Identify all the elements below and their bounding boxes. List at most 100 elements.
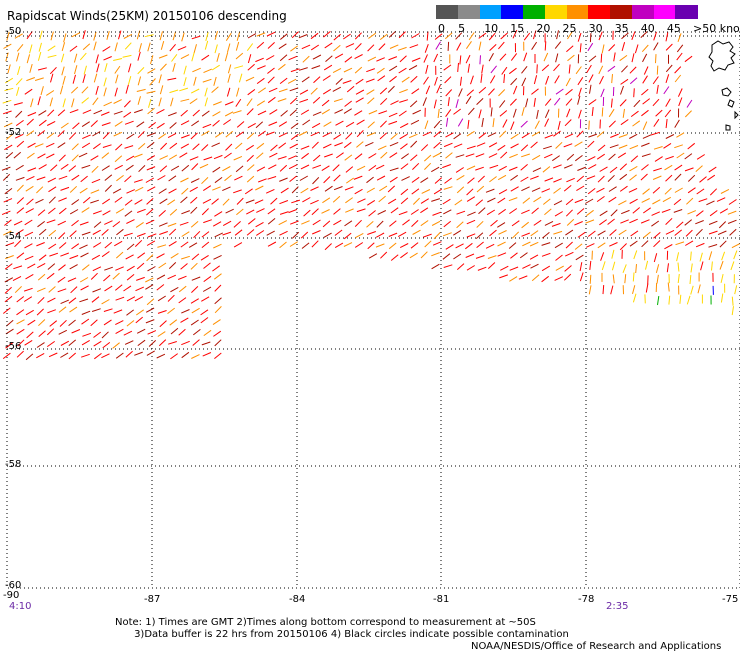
wind-barb bbox=[521, 210, 529, 214]
wind-barb bbox=[73, 123, 80, 129]
wind-barb bbox=[160, 321, 167, 327]
wind-barb bbox=[104, 102, 112, 106]
wind-barb bbox=[601, 54, 602, 63]
wind-barb bbox=[103, 275, 110, 281]
wind-barb bbox=[203, 124, 211, 127]
wind-barb bbox=[509, 154, 517, 157]
wind-barb bbox=[388, 186, 395, 192]
wind-barb bbox=[728, 211, 736, 214]
wind-barb bbox=[459, 88, 463, 96]
wind-barb bbox=[83, 110, 91, 114]
wind-barb bbox=[127, 310, 134, 315]
wind-barb bbox=[446, 109, 451, 116]
wind-barb bbox=[500, 54, 506, 61]
wind-barb bbox=[554, 98, 560, 105]
wind-barb bbox=[521, 187, 529, 191]
wind-barb bbox=[124, 34, 132, 38]
wind-barb bbox=[137, 89, 146, 91]
wind-barb bbox=[643, 189, 650, 195]
wind-barb bbox=[39, 43, 41, 52]
wind-barb bbox=[191, 320, 199, 325]
wind-barb bbox=[127, 134, 135, 139]
wind-barb bbox=[734, 251, 737, 260]
wind-barb bbox=[722, 252, 725, 260]
wind-barb bbox=[38, 96, 40, 105]
wind-barb bbox=[58, 131, 65, 137]
wind-barb bbox=[608, 66, 615, 71]
legend-swatch bbox=[545, 5, 567, 19]
wind-barb bbox=[191, 221, 198, 227]
wind-barb bbox=[537, 64, 538, 73]
wind-barb bbox=[399, 90, 407, 93]
wind-barb bbox=[93, 267, 101, 271]
wind-barb bbox=[378, 76, 385, 81]
wind-barb bbox=[629, 219, 637, 223]
legend-label: 35 bbox=[615, 22, 629, 35]
wind-barb bbox=[312, 165, 321, 168]
wind-barb bbox=[620, 164, 627, 170]
wind-barb bbox=[333, 68, 341, 72]
wind-barb bbox=[237, 122, 244, 128]
wind-barb bbox=[91, 156, 99, 161]
wind-barb bbox=[333, 87, 341, 91]
wind-barb bbox=[654, 241, 661, 247]
wind-barb bbox=[686, 230, 692, 236]
wind-barb bbox=[92, 166, 98, 172]
wind-barb bbox=[74, 54, 76, 63]
wind-barb bbox=[299, 99, 308, 102]
wind-barb bbox=[446, 245, 454, 250]
wind-barb bbox=[204, 69, 212, 73]
wind-barb bbox=[135, 240, 142, 246]
wind-barb bbox=[644, 67, 648, 75]
wind-barb bbox=[115, 88, 117, 97]
wind-barb bbox=[63, 99, 65, 108]
wind-barb bbox=[657, 66, 658, 75]
wind-barb bbox=[480, 55, 481, 64]
wind-barb bbox=[83, 197, 90, 203]
wind-barb bbox=[399, 212, 408, 215]
wind-barb bbox=[556, 54, 558, 63]
wind-barb bbox=[168, 295, 174, 301]
wind-barb bbox=[257, 167, 265, 171]
wind-barb bbox=[72, 155, 78, 161]
wind-barb bbox=[26, 274, 34, 279]
wind-barb bbox=[611, 286, 613, 295]
wind-barb bbox=[181, 135, 189, 138]
wind-barb bbox=[69, 133, 75, 140]
wind-barb bbox=[676, 242, 685, 245]
wind-barb bbox=[434, 121, 440, 128]
wind-barb bbox=[38, 221, 45, 226]
wind-barb bbox=[666, 44, 672, 50]
wind-barb bbox=[136, 310, 143, 315]
wind-barb bbox=[479, 110, 481, 119]
wind-barb bbox=[477, 221, 484, 227]
wind-barb bbox=[27, 199, 34, 205]
wind-barb bbox=[115, 156, 122, 162]
wind-barb bbox=[280, 78, 287, 84]
wind-barb bbox=[125, 211, 132, 216]
wind-barb bbox=[654, 43, 659, 51]
wind-barb bbox=[633, 273, 634, 282]
wind-barb bbox=[388, 199, 396, 204]
wind-barb bbox=[389, 221, 396, 227]
wind-barb bbox=[630, 78, 637, 84]
wind-barb bbox=[301, 232, 308, 238]
wind-barb bbox=[39, 120, 46, 126]
wind-barb bbox=[641, 110, 648, 116]
wind-barb bbox=[13, 266, 22, 269]
wind-barb bbox=[475, 167, 484, 170]
wind-barb bbox=[675, 174, 681, 180]
wind-barb bbox=[389, 243, 396, 249]
wind-barb bbox=[379, 44, 385, 50]
wind-barb bbox=[679, 98, 682, 106]
wind-barb bbox=[147, 255, 153, 261]
wind-barb bbox=[269, 122, 277, 126]
lat-label-54: -54 bbox=[5, 231, 21, 242]
wind-barb bbox=[279, 122, 287, 127]
wind-barb bbox=[545, 135, 553, 138]
wind-barb bbox=[41, 86, 43, 95]
wind-barb bbox=[94, 353, 101, 358]
wind-barb bbox=[620, 186, 627, 191]
wind-barb bbox=[577, 167, 585, 170]
wind-barb bbox=[159, 263, 166, 268]
